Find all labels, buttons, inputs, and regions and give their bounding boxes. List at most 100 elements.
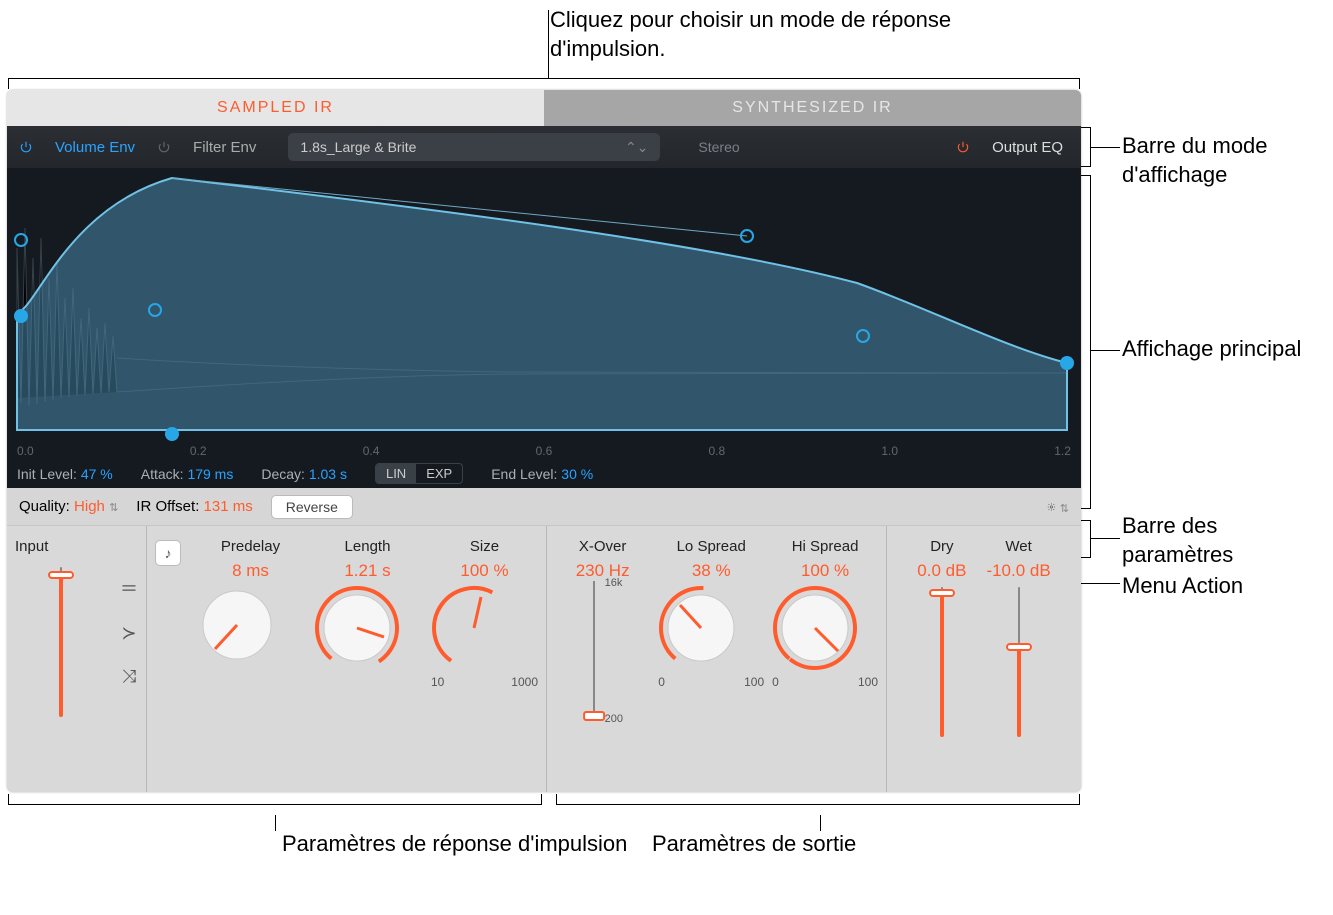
- annotation-top: Cliquez pour choisir un mode de réponse …: [550, 6, 980, 63]
- annotation-parambar-bracket: [1090, 520, 1091, 558]
- tab-synthesized-ir[interactable]: SYNTHESIZED IR: [544, 90, 1081, 126]
- lo-spread-value[interactable]: 38 %: [658, 561, 764, 581]
- attack-value[interactable]: 179 ms: [187, 466, 233, 482]
- hi-spread-value[interactable]: 100 %: [772, 561, 878, 581]
- attack-label: Attack:: [141, 466, 184, 482]
- action-stepper-icon: [1060, 499, 1069, 515]
- envelope-graph[interactable]: [7, 168, 1081, 458]
- tick-5: 1.0: [881, 444, 898, 458]
- quality-stepper-icon[interactable]: [109, 498, 118, 515]
- dry-slider[interactable]: [932, 587, 952, 737]
- parameter-bar: Quality: High IR Offset: 131 ms Reverse: [7, 488, 1081, 526]
- size-label: Size: [431, 538, 538, 555]
- plugin-window: SAMPLED IR SYNTHESIZED IR Volume Env Fil…: [7, 90, 1081, 792]
- ir-preset-name: 1.8s_Large & Brite: [300, 139, 416, 155]
- annotation-main: Affichage principal: [1122, 335, 1301, 364]
- annotation-modebar: Barre du mode d'affichage: [1122, 132, 1333, 189]
- input-mode-straight-icon[interactable]: ＝: [120, 575, 138, 601]
- annotation-top-bracket: [8, 78, 1080, 79]
- xover-slider[interactable]: 16k 200: [583, 581, 623, 721]
- size-value[interactable]: 100 %: [431, 561, 538, 581]
- reverse-button[interactable]: Reverse: [271, 495, 353, 519]
- annotation-top-stem: [548, 10, 549, 78]
- xover-min: 200: [605, 713, 623, 725]
- lin-button[interactable]: LIN: [376, 464, 416, 483]
- annotation-irparams-stem: [275, 815, 276, 831]
- input-slider[interactable]: [51, 567, 71, 717]
- xover-label: X-Over: [555, 538, 650, 555]
- annotation-irparams-bracket: [8, 804, 542, 805]
- init-level-value[interactable]: 47 %: [81, 466, 113, 482]
- annotation-outparams-stem: [820, 815, 821, 831]
- lo-spread-label: Lo Spread: [658, 538, 764, 555]
- input-mode-merge-icon[interactable]: ≻: [121, 623, 136, 644]
- lin-exp-toggle[interactable]: LIN EXP: [375, 463, 463, 484]
- length-knob[interactable]: [314, 585, 421, 671]
- chevron-updown-icon: ⌃⌄: [625, 139, 648, 156]
- annotation-main-line: [1090, 350, 1120, 351]
- tick-3: 0.6: [536, 444, 553, 458]
- tab-sampled-ir[interactable]: SAMPLED IR: [7, 90, 544, 126]
- annotation-parambar-line: [1090, 538, 1120, 539]
- annotation-modebar-line: [1090, 147, 1120, 148]
- lo-spread-knob[interactable]: [658, 585, 764, 671]
- input-label: Input: [15, 538, 138, 555]
- exp-button[interactable]: EXP: [416, 464, 462, 483]
- annotation-outparams: Paramètres de sortie: [652, 830, 856, 859]
- ir-offset-value[interactable]: 131 ms: [204, 498, 253, 515]
- xover-value[interactable]: 230 Hz: [555, 561, 650, 581]
- annotation-irparams: Paramètres de réponse d'impulsion: [282, 830, 627, 859]
- power-output-eq[interactable]: [954, 138, 972, 156]
- power-filter-env[interactable]: [155, 138, 173, 156]
- envelope-readout: Init Level: 47 % Attack: 179 ms Decay: 1…: [17, 463, 1071, 484]
- annotation-main-bracket: [1090, 175, 1091, 509]
- dry-value[interactable]: 0.0 dB: [917, 561, 966, 581]
- tick-2: 0.4: [363, 444, 380, 458]
- size-min: 10: [431, 675, 444, 689]
- xover-max: 16k: [605, 577, 623, 589]
- lo-min: 0: [658, 675, 665, 689]
- mode-volume-env[interactable]: Volume Env: [43, 137, 147, 158]
- predelay-label: Predelay: [197, 538, 304, 555]
- stereo-label: Stereo: [698, 139, 739, 155]
- time-axis: 0.0 0.2 0.4 0.6 0.8 1.0 1.2: [17, 444, 1071, 458]
- action-menu[interactable]: [1047, 496, 1069, 518]
- length-value[interactable]: 1.21 s: [314, 561, 421, 581]
- wet-value[interactable]: -10.0 dB: [986, 561, 1050, 581]
- hi-spread-knob[interactable]: [772, 585, 878, 671]
- size-max: 1000: [511, 675, 538, 689]
- power-volume-env[interactable]: [17, 138, 35, 156]
- wet-label: Wet: [986, 538, 1050, 555]
- lower-parameters: Input ＝ ≻ ⤨ ♪: [7, 526, 1081, 792]
- annotation-action: Menu Action: [1122, 572, 1243, 601]
- tick-0: 0.0: [17, 444, 34, 458]
- quality-label: Quality:: [19, 498, 70, 515]
- mode-filter-env[interactable]: Filter Env: [181, 137, 268, 158]
- init-level-label: Init Level:: [17, 466, 77, 482]
- decay-value[interactable]: 1.03 s: [309, 466, 347, 482]
- output-eq-button[interactable]: Output EQ: [980, 137, 1071, 158]
- annotation-parambar: Barre des paramètres: [1122, 512, 1333, 569]
- ir-offset-label: IR Offset:: [136, 498, 199, 515]
- hi-spread-label: Hi Spread: [772, 538, 878, 555]
- input-mode-cross-icon[interactable]: ⤨: [122, 666, 136, 687]
- main-display[interactable]: 0.0 0.2 0.4 0.6 0.8 1.0 1.2 Init Level: …: [7, 168, 1081, 488]
- decay-label: Decay:: [261, 466, 305, 482]
- display-mode-bar: Volume Env Filter Env 1.8s_Large & Brite…: [7, 126, 1081, 168]
- predelay-knob[interactable]: [197, 585, 304, 665]
- end-level-value[interactable]: 30 %: [561, 466, 593, 482]
- tempo-sync-button[interactable]: ♪: [155, 540, 181, 566]
- ir-mode-tabs: SAMPLED IR SYNTHESIZED IR: [7, 90, 1081, 126]
- hi-min: 0: [772, 675, 779, 689]
- quality-value[interactable]: High: [74, 498, 105, 515]
- size-knob[interactable]: [431, 585, 538, 671]
- length-label: Length: [314, 538, 421, 555]
- ir-preset-select[interactable]: 1.8s_Large & Brite ⌃⌄: [288, 133, 660, 161]
- annotation-outparams-bracket: [556, 804, 1080, 805]
- wet-slider[interactable]: [1009, 587, 1029, 737]
- dry-label: Dry: [917, 538, 966, 555]
- tick-4: 0.8: [709, 444, 726, 458]
- tick-6: 1.2: [1054, 444, 1071, 458]
- end-level-label: End Level:: [491, 466, 557, 482]
- predelay-value[interactable]: 8 ms: [197, 561, 304, 581]
